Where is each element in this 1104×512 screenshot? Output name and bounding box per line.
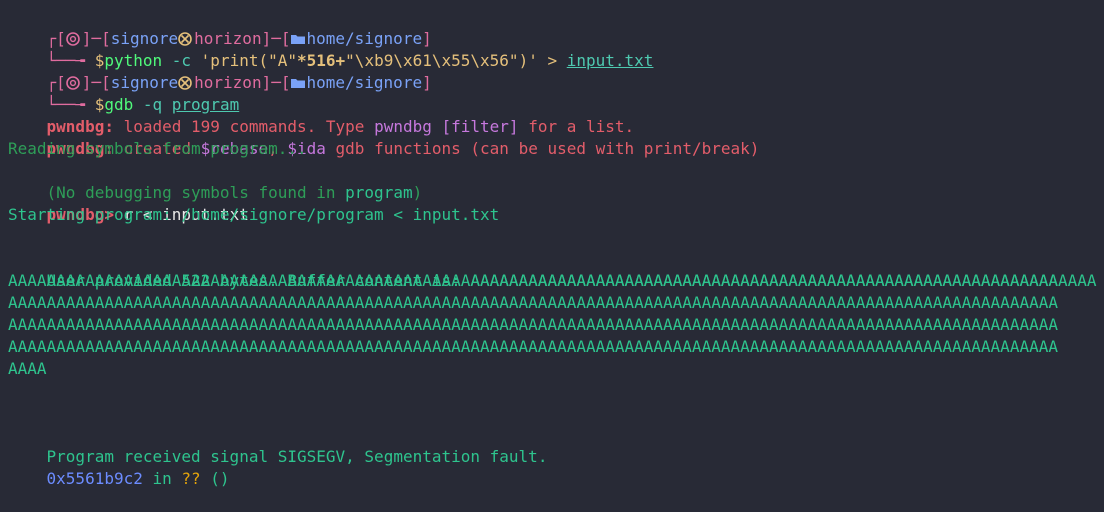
signal-line: Program received signal SIGSEGV, Segment… [8,424,1104,466]
prompt-host: horizon [194,29,262,48]
signal-name: SIGSEGV [277,447,346,466]
folder-icon [290,74,306,88]
circle-at-icon [65,74,82,90]
gdb-starting-program: Starting program: /home/signore/program … [8,205,500,224]
prompt-bracket-mid: ]─[ [261,73,291,92]
prompt-bracket-close: ] [422,73,432,92]
gdb-no-debug-close: ) [412,183,423,202]
command-file[interactable]: program [172,95,239,114]
prompt-path: home/signore [306,73,423,92]
command-flag: -c [162,51,201,70]
command-name: gdb [104,95,134,114]
prompt-bracket-mid-a: ]─[ [81,73,111,92]
buffer-line-3: AAAAAAAAAAAAAAAAAAAAAAAAAAAAAAAAAAAAAAAA… [8,293,1058,312]
prompt-user: signore [110,29,179,48]
prompt-path: home/signore [306,29,423,48]
cross-circle-icon [178,30,194,46]
circle-at-icon [65,30,82,46]
prompt-user: signore [110,73,179,92]
command-string: "\xb9\x61\x55\x56" [345,51,519,70]
prompt-arrow: └──╼ [46,51,95,70]
prompt-host: horizon [194,73,262,92]
gdb-loaded-tail: for a list. [518,117,635,136]
command-flag: -q [133,95,172,114]
prompt-bracket-open: ┌[ [46,29,66,48]
gdb-created-tail: gdb functions (can be used with print/br… [325,139,760,158]
gdb-no-debug-text: (No debugging symbols found in [46,183,346,202]
pwndbg-prefix: pwndbg: [46,117,114,136]
prompt-arrow: └──╼ [46,95,95,114]
prompt-bracket-open: ┌[ [46,73,66,92]
command-name: python [104,51,163,70]
gdb-loaded-text: loaded 199 commands. Type [113,117,375,136]
command-expr: *516+ [297,51,346,70]
prompt-bracket-mid: ]─[ [261,29,291,48]
prompt-header-1: ┌[]─[signore horizon]─[home/signore] [8,6,1104,48]
terminal-window[interactable]: ┌[]─[signore horizon]─[home/signore] └──╼… [0,0,1104,488]
prompt-bracket-close: ] [422,29,432,48]
folder-icon [290,30,306,44]
buffer-line-4: AAAAAAAAAAAAAAAAAAAAAAAAAAAAAAAAAAAAAAAA… [8,315,1058,334]
command-file[interactable]: input.txt [567,51,654,70]
buffer-line-1: User provided 522 bytes. Buffer content … [8,248,1104,290]
gdb-no-debug-line: (No debugging symbols found in program) [8,160,1104,202]
command-string-open: 'print("A" [200,51,297,70]
prompt-dollar: $ [94,51,105,70]
gdb-filter-hint: pwndbg [filter] [374,117,519,136]
cross-circle-icon [178,74,194,90]
command-string-close: )' > [518,51,567,70]
buffer-line-5: AAAAAAAAAAAAAAAAAAAAAAAAAAAAAAAAAAAAAAAA… [8,337,1058,356]
signal-tail: , Segmentation fault. [345,447,548,466]
prompt-bracket-mid-a: ]─[ [81,29,111,48]
buffer-line-2: AAAAAAAAAAAAAAAAAAAAAAAAAAAAAAAAAAAAAAAA… [8,271,1058,290]
buffer-line-6: AAAA [8,359,47,378]
gdb-no-debug-program: program [345,183,413,202]
signal-text: Program received signal [46,447,278,466]
prompt-dollar: $ [94,95,105,114]
